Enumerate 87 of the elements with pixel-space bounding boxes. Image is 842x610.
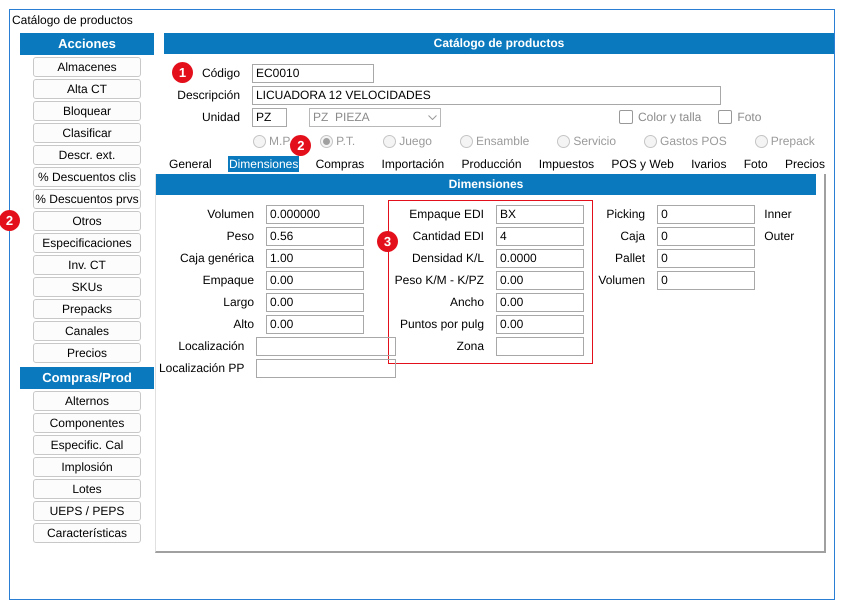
field-label: Localización PP — [158, 361, 244, 375]
sidebar-button[interactable]: Precios — [33, 343, 141, 363]
chevron-icon — [428, 114, 437, 120]
field-label: Peso K/M - K/PZ — [394, 273, 484, 287]
field-label: Unidad — [202, 110, 240, 124]
sidebar-button[interactable]: Otros — [33, 211, 141, 231]
input-field[interactable]: 0 — [657, 226, 756, 246]
field-label: Inner — [764, 206, 793, 223]
sidebar-button[interactable]: Prepacks — [33, 299, 141, 319]
sidebar-button[interactable]: Alternos — [33, 391, 141, 411]
tab[interactable]: Compras — [314, 156, 366, 172]
field-label: Volumen — [206, 207, 254, 221]
input-field[interactable]: 0.56 — [266, 226, 364, 246]
input-field[interactable] — [256, 336, 396, 356]
sidebar-button[interactable]: Implosión — [33, 457, 141, 477]
input-field[interactable]: 0.00 — [496, 292, 584, 312]
window-title: Catálogo de productos — [12, 13, 133, 27]
sidebar-button[interactable]: Bloquear — [33, 101, 141, 121]
callout-badge: 2 — [290, 135, 312, 156]
panel-header: Catálogo de productos — [164, 33, 834, 54]
field-label: Cantidad EDI — [412, 229, 484, 243]
section-header: Dimensiones — [156, 174, 816, 195]
field-label: Largo — [222, 295, 254, 309]
tab[interactable]: Ivarios — [690, 156, 728, 172]
input-field[interactable]: 0 — [657, 248, 756, 268]
tab[interactable]: Producción — [460, 156, 523, 172]
sidebar-button[interactable]: % Descuentos clis — [33, 167, 141, 187]
field-label: Zona — [456, 339, 484, 353]
input-field[interactable]: 4 — [496, 226, 584, 246]
field-label: Peso — [226, 229, 254, 243]
sidebar-button[interactable]: Especificaciones — [33, 233, 141, 253]
tab[interactable]: Dimensiones — [228, 156, 300, 172]
field-label: Volumen — [597, 273, 646, 287]
field-label: Descripción — [177, 88, 240, 102]
tab[interactable]: Precios — [784, 156, 826, 172]
tab[interactable]: Impuestos — [538, 156, 596, 172]
input-field[interactable]: 1.00 — [266, 248, 364, 268]
sidebar-button[interactable]: Lotes — [33, 479, 141, 499]
tab[interactable]: General — [168, 156, 213, 172]
sidebar-button[interactable]: Componentes — [33, 413, 141, 433]
field-label: Empaque — [202, 273, 254, 287]
sidebar-header: Acciones — [20, 33, 154, 55]
sidebar-button[interactable]: Canales — [33, 321, 141, 341]
callout-badge: 3 — [377, 231, 398, 252]
input-field[interactable]: 0.00 — [266, 270, 364, 290]
field-label: Picking — [605, 207, 646, 221]
input-field[interactable]: 0 — [657, 270, 756, 290]
field-label: Caja genérica — [178, 251, 254, 265]
sidebar-header: Compras/Prod — [20, 367, 154, 389]
field-label: Pallet — [614, 251, 646, 265]
sidebar-button[interactable]: Inv. CT — [33, 255, 141, 275]
field-label: Caja — [619, 229, 646, 243]
sidebar-button[interactable]: Almacenes — [33, 57, 141, 77]
sidebar-button[interactable]: Especific. Cal — [33, 435, 141, 455]
input-field[interactable]: 0.000000 — [266, 204, 364, 224]
sidebar-button[interactable]: Características — [33, 523, 141, 543]
sidebar-button[interactable]: Alta CT — [33, 79, 141, 99]
field-label: Densidad K/L — [410, 251, 484, 265]
tab[interactable]: Importación — [380, 156, 446, 172]
callout-badge: 2 — [0, 210, 20, 231]
input-field[interactable]: 0.00 — [266, 314, 364, 334]
input-field[interactable] — [256, 358, 396, 378]
sidebar-button[interactable]: Descr. ext. — [33, 145, 141, 165]
input-field[interactable]: LICUADORA 12 VELOCIDADES — [252, 86, 721, 104]
sidebar-button[interactable]: SKUs — [33, 277, 141, 297]
input-field[interactable]: 0.00 — [496, 314, 584, 334]
sidebar-button[interactable]: UEPS / PEPS — [33, 501, 141, 521]
callout-badge: 1 — [172, 62, 193, 83]
tab[interactable]: POS y Web — [610, 156, 675, 172]
field-label: Outer — [764, 228, 796, 245]
field-label: Alto — [232, 317, 254, 331]
field-label: Código — [202, 66, 240, 80]
field-label: Ancho — [448, 295, 484, 309]
field-label: Empaque EDI — [408, 207, 484, 221]
input-field[interactable]: PZ — [252, 108, 287, 126]
tab[interactable]: Foto — [742, 156, 769, 172]
input-field[interactable]: 0.00 — [496, 270, 584, 290]
input-field[interactable]: BX — [496, 204, 584, 224]
input-field[interactable]: 0 — [657, 204, 756, 224]
input-field[interactable]: 0.00 — [266, 292, 364, 312]
input-field[interactable]: EC0010 — [252, 64, 374, 82]
sidebar-button[interactable]: Clasificar — [33, 123, 141, 143]
input-field[interactable]: 0.0000 — [496, 248, 584, 268]
field-label: Puntos por pulg — [398, 317, 484, 331]
sidebar-button[interactable]: % Descuentos prvs — [33, 189, 141, 209]
field-label: Localización — [177, 339, 244, 353]
input-field[interactable] — [496, 336, 584, 356]
